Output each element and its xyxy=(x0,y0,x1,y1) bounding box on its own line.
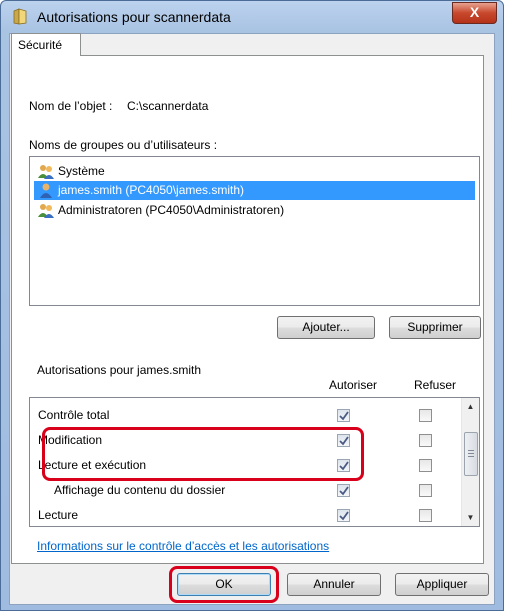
close-icon: X xyxy=(469,4,480,20)
scroll-up-icon[interactable]: ▲ xyxy=(462,398,479,415)
user-icon xyxy=(40,183,52,198)
grip-line xyxy=(468,453,474,454)
permission-name: Contrôle total xyxy=(38,408,110,422)
groups-label: Noms de groupes ou d’utilisateurs : xyxy=(29,138,218,152)
user-label: james.smith (PC4050\james.smith) xyxy=(58,183,245,197)
tab-security[interactable]: Sécurité xyxy=(11,33,81,56)
scroll-down-icon[interactable]: ▼ xyxy=(462,509,479,526)
permission-row: Modification xyxy=(30,428,461,453)
permission-name: Affichage du contenu du dossier xyxy=(54,483,226,497)
permissions-label: Autorisations pour james.smith xyxy=(37,363,202,377)
permission-name: Modification xyxy=(38,433,103,447)
add-button[interactable]: Ajouter... xyxy=(277,316,375,339)
grip-line xyxy=(468,450,474,451)
checkmark-icon xyxy=(339,461,349,471)
group-label: Système xyxy=(58,164,105,178)
vertical-scrollbar[interactable]: ▲ ▼ xyxy=(461,398,479,526)
group-label: Administratoren (PC4050\Administratoren) xyxy=(58,203,285,217)
checkmark-icon xyxy=(339,436,349,446)
permission-row: Lecture xyxy=(30,503,461,528)
allow-checkbox[interactable] xyxy=(337,509,350,522)
title-bar[interactable]: Autorisations pour scannerdata X xyxy=(1,1,503,33)
grip-line xyxy=(468,456,474,457)
checkmark-icon xyxy=(339,486,349,496)
deny-checkbox[interactable] xyxy=(419,509,432,522)
window-title: Autorisations pour scannerdata xyxy=(37,9,231,25)
permission-row: Contrôle total xyxy=(30,403,461,428)
tab-security-label: Sécurité xyxy=(18,38,63,52)
allow-checkbox[interactable] xyxy=(337,434,350,447)
permissions-dialog: Autorisations pour scannerdata X Sécurit… xyxy=(0,0,504,611)
permission-row: Lecture et exécution xyxy=(30,453,461,478)
permission-name: Lecture xyxy=(38,508,79,522)
permission-row: Affichage du contenu du dossier xyxy=(30,478,461,503)
ok-button[interactable]: OK xyxy=(177,573,271,596)
object-name-label: Nom de l’objet : xyxy=(29,99,113,113)
list-item-selected[interactable]: james.smith (PC4050\james.smith) xyxy=(34,181,475,200)
deny-checkbox[interactable] xyxy=(419,434,432,447)
deny-column-header: Refuser xyxy=(414,378,457,392)
allow-column-header: Autoriser xyxy=(329,378,378,392)
permission-name: Lecture et exécution xyxy=(38,458,147,472)
list-item[interactable]: Administratoren (PC4050\Administratoren) xyxy=(34,201,290,220)
allow-checkbox[interactable] xyxy=(337,484,350,497)
allow-checkbox[interactable] xyxy=(337,409,350,422)
deny-checkbox[interactable] xyxy=(419,459,432,472)
permissions-grid: Contrôle total Modification Lecture et e… xyxy=(29,397,480,527)
access-control-info-link[interactable]: Informations sur le contrôle d’accès et … xyxy=(37,539,329,553)
groups-listbox[interactable]: Système james.smith (PC4050\james.smith)… xyxy=(29,156,480,306)
checkmark-icon xyxy=(339,511,349,521)
object-name-value: C:\scannerdata xyxy=(127,99,209,113)
group-icon xyxy=(38,165,54,179)
remove-button[interactable]: Supprimer xyxy=(389,316,481,339)
folder-icon xyxy=(13,8,27,25)
group-icon xyxy=(38,204,54,218)
scroll-thumb[interactable] xyxy=(464,432,478,476)
apply-button[interactable]: Appliquer xyxy=(395,573,489,596)
checkmark-icon xyxy=(339,411,349,421)
deny-checkbox[interactable] xyxy=(419,484,432,497)
close-button[interactable]: X xyxy=(452,2,497,24)
deny-checkbox[interactable] xyxy=(419,409,432,422)
cancel-button[interactable]: Annuler xyxy=(287,573,381,596)
allow-checkbox[interactable] xyxy=(337,459,350,472)
list-item[interactable]: Système xyxy=(34,162,111,181)
